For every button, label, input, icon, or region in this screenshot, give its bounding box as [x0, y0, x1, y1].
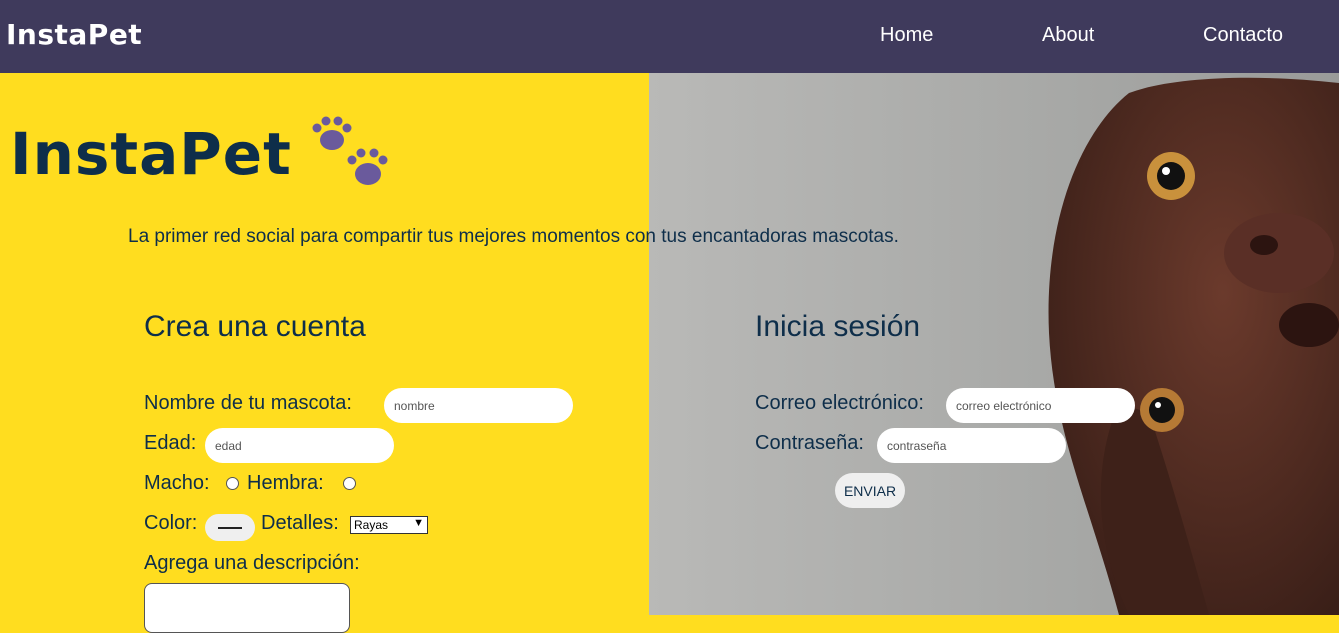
navbar: InstaPet Home About Contacto — [0, 0, 1339, 73]
age-input[interactable] — [205, 428, 394, 463]
pet-name-label: Nombre de tu mascota: — [144, 392, 352, 414]
dog-image — [1048, 77, 1339, 615]
nav-logo[interactable]: InstaPet — [6, 18, 142, 51]
male-label: Macho: — [144, 472, 210, 494]
email-input[interactable] — [946, 388, 1135, 423]
password-input[interactable] — [877, 428, 1066, 463]
description-textarea[interactable] — [144, 583, 350, 633]
female-radio[interactable] — [343, 477, 356, 490]
details-label: Detalles: — [261, 512, 339, 534]
paw-icon — [312, 116, 388, 185]
tagline: La primer red social para compartir tus … — [128, 226, 899, 247]
color-label: Color: — [144, 512, 198, 534]
color-picker[interactable] — [205, 514, 255, 541]
password-label: Contraseña: — [755, 432, 864, 454]
male-radio[interactable] — [226, 477, 239, 490]
login-title: Inicia sesión — [755, 310, 921, 343]
nav-link-contacto[interactable]: Contacto — [1203, 24, 1283, 47]
nav-link-home[interactable]: Home — [880, 24, 933, 47]
register-title: Crea una cuenta — [144, 310, 366, 343]
description-label: Agrega una descripción: — [144, 552, 360, 574]
chevron-down-icon: ▼ — [413, 517, 424, 529]
dog-photo — [649, 73, 1339, 615]
female-label: Hembra: — [247, 472, 324, 494]
details-select[interactable]: Rayas ▼ — [350, 516, 428, 534]
age-label: Edad: — [144, 432, 197, 454]
details-select-value: Rayas — [354, 518, 389, 532]
email-label: Correo electrónico: — [755, 392, 924, 414]
submit-button[interactable]: ENVIAR — [835, 473, 905, 508]
hero-logo: InstaPet — [10, 120, 292, 188]
color-swatch — [218, 527, 242, 529]
pet-name-input[interactable] — [384, 388, 573, 423]
nav-link-about[interactable]: About — [1042, 24, 1094, 47]
